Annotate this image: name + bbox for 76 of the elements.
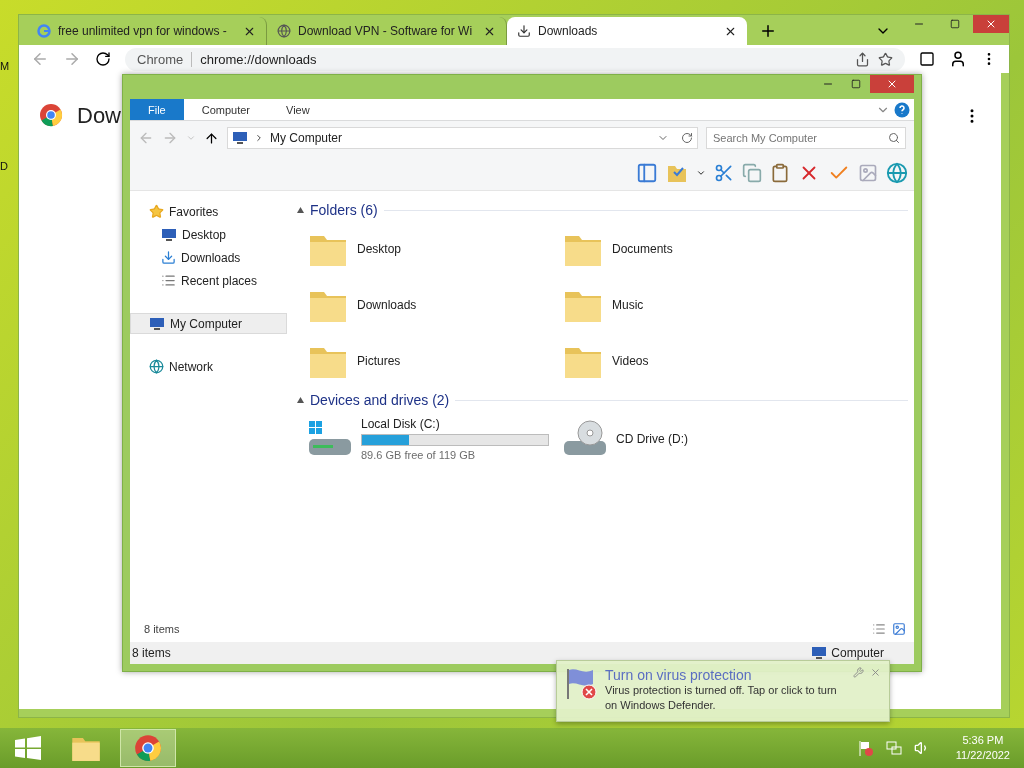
details-view-icon[interactable]	[872, 622, 886, 636]
address-field[interactable]: My Computer	[227, 127, 698, 149]
nav-item[interactable]: Network	[130, 356, 287, 377]
nav-item[interactable]: Downloads	[130, 247, 287, 268]
collapse-icon[interactable]	[297, 207, 304, 213]
back-icon[interactable]	[31, 50, 49, 68]
monitor-icon	[161, 227, 177, 242]
notification-title: Turn on virus protection	[605, 667, 753, 683]
close-icon	[886, 78, 898, 90]
desktop-icon-label: D	[0, 160, 8, 172]
network-icon[interactable]	[885, 740, 902, 756]
globe-icon	[277, 24, 291, 38]
paste-icon[interactable]	[770, 162, 790, 183]
download-icon	[161, 250, 176, 265]
wrench-icon[interactable]	[853, 667, 864, 678]
search-icon[interactable]	[888, 132, 900, 144]
globe-icon	[149, 359, 164, 374]
item-count: 8 items	[144, 623, 180, 635]
chevron-right-icon	[254, 133, 264, 143]
globe-icon[interactable]	[886, 161, 908, 184]
browser-tab[interactable]: Downloads	[507, 17, 747, 45]
maximize-icon	[950, 19, 960, 29]
ribbon-tab[interactable]: File	[130, 99, 184, 120]
forward-icon[interactable]	[63, 50, 81, 68]
layout-pane-icon[interactable]	[636, 161, 658, 184]
close-icon	[985, 18, 997, 30]
nav-item[interactable]: Favorites	[130, 201, 287, 222]
chrome-logo-icon	[134, 734, 162, 762]
refresh-icon	[681, 132, 693, 144]
new-tab-icon[interactable]	[759, 22, 777, 40]
star-icon[interactable]	[878, 51, 893, 67]
status-count: 8 items	[132, 646, 171, 660]
search-field[interactable]: Search My Computer	[706, 127, 906, 149]
help-icon[interactable]	[894, 101, 910, 118]
nav-item[interactable]: Recent places	[130, 270, 287, 291]
explorer-item[interactable]: Pictures	[307, 333, 562, 389]
explorer-item[interactable]: CD Drive (D:)	[562, 411, 817, 467]
taskbar-app-button[interactable]	[120, 729, 176, 767]
side-panel-icon[interactable]	[919, 51, 935, 67]
ribbon-tab[interactable]: Computer	[183, 99, 269, 120]
flag-error-icon	[565, 667, 599, 701]
chrome-logo-icon	[39, 103, 63, 127]
cut-icon[interactable]	[714, 162, 734, 183]
profile-icon[interactable]	[949, 50, 967, 68]
maximize-icon	[851, 79, 861, 89]
star-icon	[149, 204, 164, 219]
collapse-icon[interactable]	[297, 397, 304, 403]
explorer-item[interactable]: Local Disk (C:) 89.6 GB free of 119 GB	[307, 411, 562, 467]
computer-icon	[232, 131, 248, 145]
reload-icon[interactable]	[95, 51, 111, 67]
group-title[interactable]: Devices and drives (2)	[310, 392, 450, 408]
nav-item[interactable]: Desktop	[130, 224, 287, 245]
status-location: Computer	[831, 646, 884, 660]
explorer-item[interactable]: Documents	[562, 221, 817, 277]
notification-body: Virus protection is turned off. Tap or click to turn on Windows Defender.	[605, 683, 838, 713]
explorer-item[interactable]: Downloads	[307, 277, 562, 333]
explorer-item[interactable]: Videos	[562, 333, 817, 389]
notification-toast[interactable]: Turn on virus protection Virus protection is turned off. Tap or click to turn on Windows Defender.	[556, 660, 890, 722]
page-heading: Dow	[77, 103, 121, 129]
download-icon	[517, 24, 531, 38]
explorer-item[interactable]: Music	[562, 277, 817, 333]
up-icon[interactable]	[204, 130, 219, 146]
nav-item[interactable]: My Computer	[130, 313, 287, 334]
address-bar[interactable]: Chrome chrome://downloads	[125, 47, 905, 71]
large-icons-view-icon[interactable]	[892, 622, 906, 636]
explorer-item[interactable]: Desktop	[307, 221, 562, 277]
computer-icon	[811, 646, 828, 660]
ribbon-tab[interactable]: View	[268, 99, 328, 120]
flag-error-icon[interactable]	[857, 740, 874, 756]
computer-icon	[149, 316, 165, 331]
share-icon[interactable]	[855, 51, 870, 67]
group-title[interactable]: Folders (6)	[310, 202, 378, 218]
g-logo-icon	[37, 24, 51, 38]
list-icon	[161, 273, 176, 288]
desktop-icon-label: M	[0, 60, 10, 72]
copy-icon[interactable]	[742, 162, 762, 183]
